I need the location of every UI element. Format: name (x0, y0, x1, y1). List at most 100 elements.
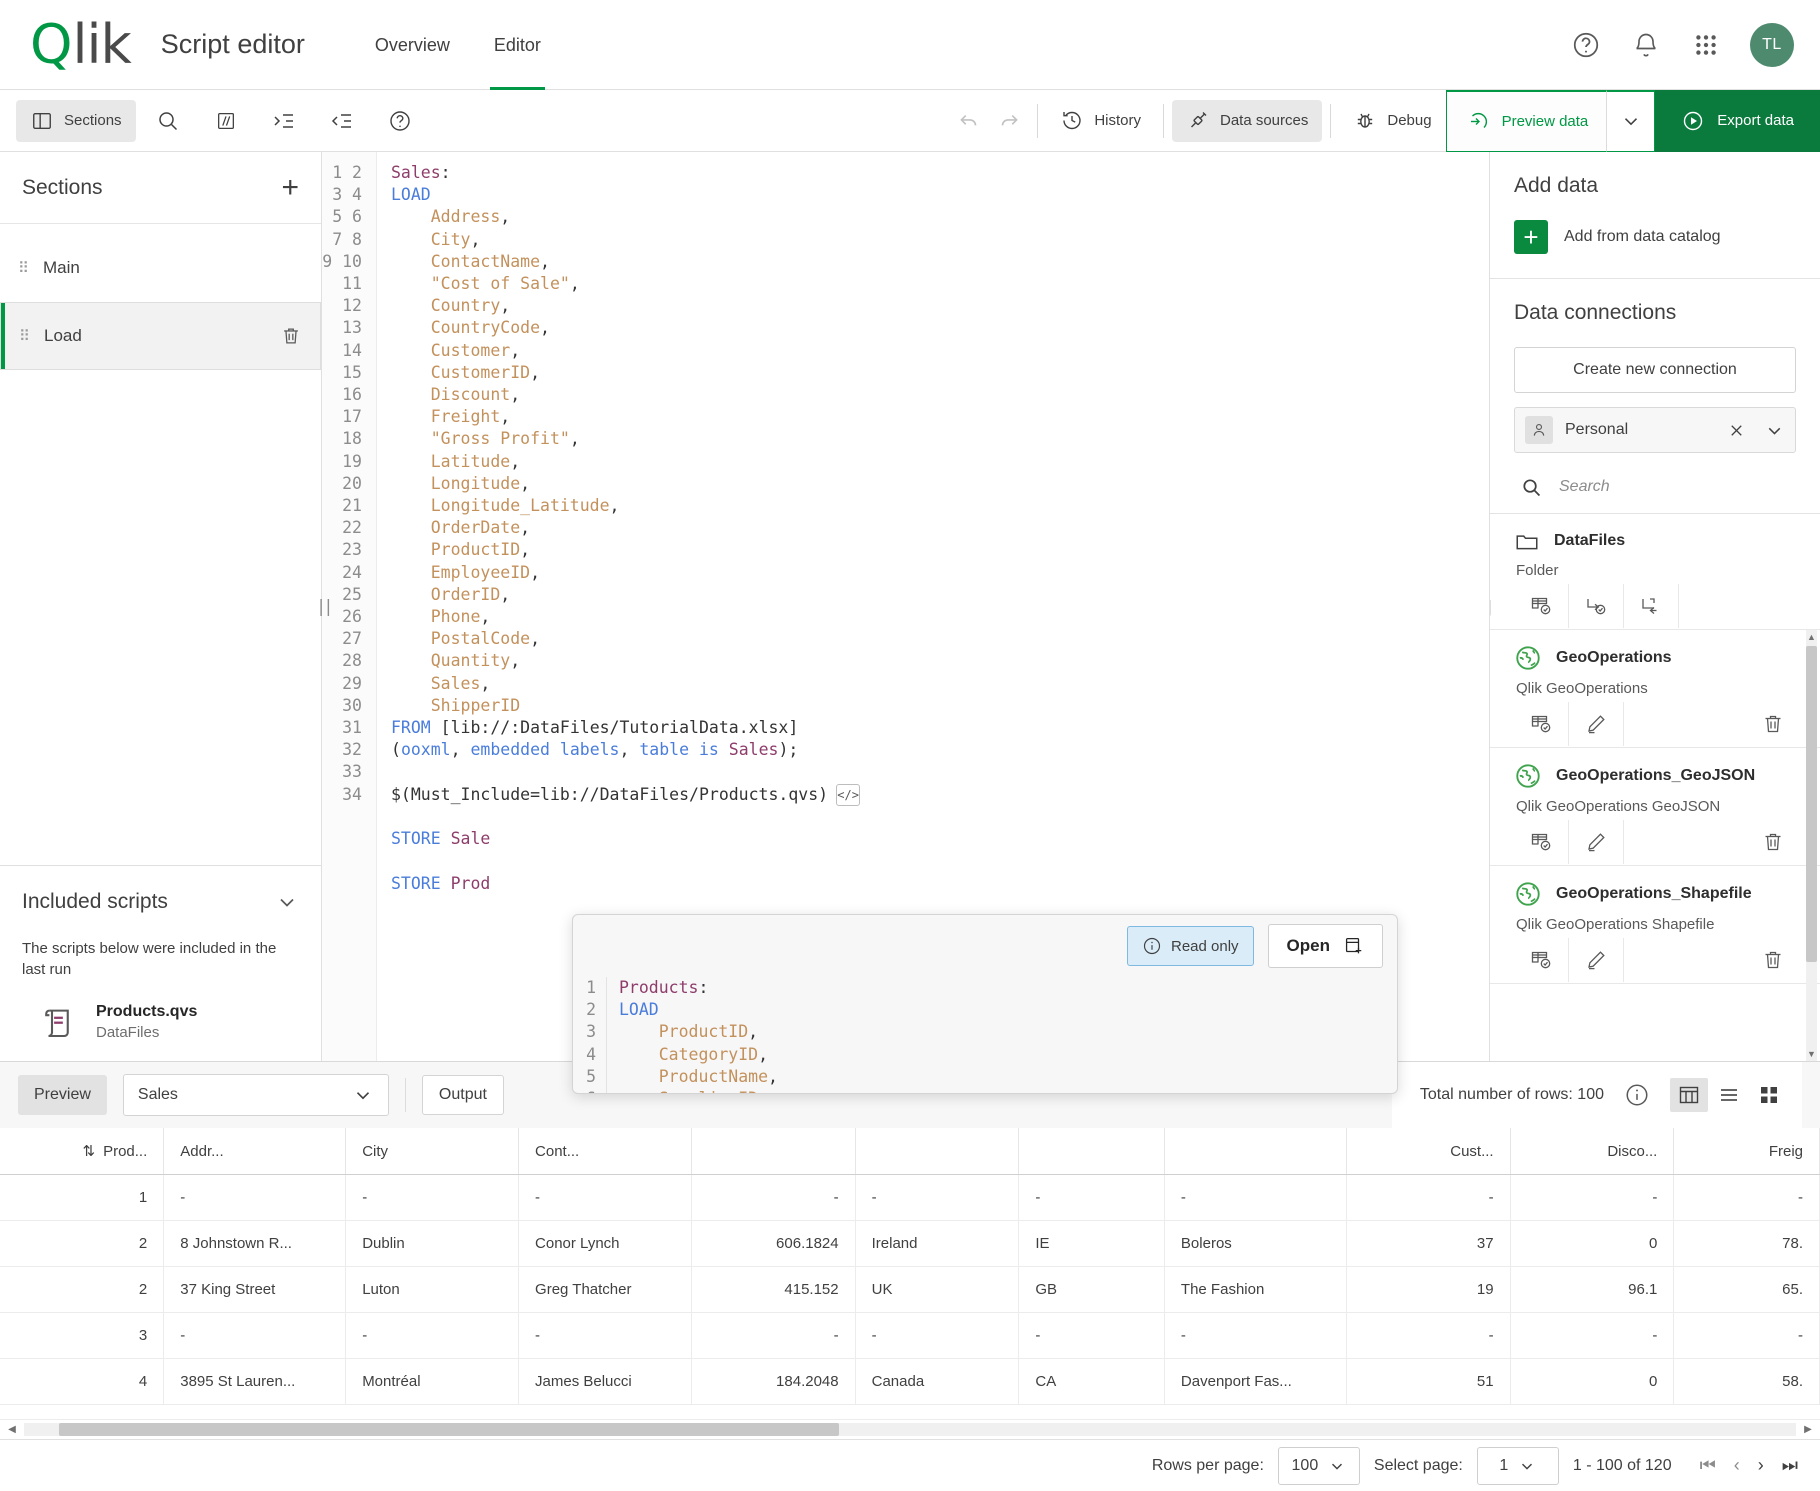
table-column-header[interactable]: Addr... (163, 1128, 347, 1175)
include-expand-badge[interactable]: </> (836, 784, 861, 807)
sort-ascending-icon[interactable]: ⇅ (82, 1142, 95, 1160)
table-column-header[interactable]: ⇅ Prod... (0, 1128, 165, 1175)
create-new-connection-button[interactable]: Create new connection (1514, 347, 1796, 393)
connection-item[interactable]: GeoOperations_Shapefile Qlik GeoOperation… (1490, 866, 1820, 984)
read-only-badge[interactable]: Read only (1127, 926, 1254, 966)
sections-toggle-button[interactable]: Sections (16, 99, 136, 142)
comment-button[interactable] (200, 100, 252, 142)
table-row[interactable]: 1---------- (0, 1174, 1820, 1221)
grid-view-icon[interactable] (1750, 1078, 1788, 1112)
table-row[interactable]: 4 3895 St Lauren... Montréal James Belucci 1… (0, 1358, 1820, 1405)
add-section-button[interactable]: + (281, 172, 299, 203)
scroll-down-arrow-icon[interactable]: ▼ (1806, 1047, 1817, 1061)
trash-icon[interactable] (1750, 820, 1796, 864)
edit-pencil-icon[interactable] (1569, 938, 1624, 982)
included-scripts-header[interactable]: Included scripts (0, 866, 321, 938)
connections-list[interactable]: DataFiles Folder GeoOperations Qlik GeoOper… (1490, 513, 1820, 1061)
history-button[interactable]: History (1046, 100, 1155, 142)
table-column-header[interactable]: Cust... (1346, 1128, 1511, 1175)
table-column-header[interactable] (855, 1128, 1020, 1175)
tab-output[interactable]: Output (421, 1075, 504, 1115)
edit-pencil-icon[interactable] (1569, 702, 1624, 746)
tab-preview[interactable]: Preview (18, 1075, 107, 1115)
undo-arrow-icon[interactable] (949, 101, 989, 141)
tab-overview[interactable]: Overview (353, 0, 472, 90)
redo-arrow-icon[interactable] (989, 101, 1029, 141)
info-circle-icon[interactable] (1620, 1078, 1654, 1112)
qlik-logo[interactable]: Qlik (30, 17, 132, 71)
included-script-item[interactable]: Products.qvs DataFiles (22, 1001, 299, 1043)
preview-data-button[interactable]: Preview data (1445, 89, 1608, 152)
sidebar-item-main[interactable]: ⠿ Main (0, 234, 321, 302)
connection-item[interactable]: DataFiles Folder (1490, 514, 1820, 630)
search-icon (156, 109, 180, 133)
select-data-icon[interactable] (1514, 820, 1569, 864)
export-data-button[interactable]: Export data (1655, 89, 1820, 152)
select-data-icon[interactable] (1514, 584, 1569, 628)
preview-table-select[interactable]: Sales (122, 1074, 389, 1116)
notifications-bell-icon[interactable] (1630, 29, 1662, 61)
table-column-header[interactable]: City (345, 1128, 520, 1175)
search-input[interactable] (1557, 477, 1796, 497)
edit-pencil-icon[interactable] (1569, 820, 1624, 864)
open-script-button[interactable]: Open (1267, 924, 1383, 968)
indent-button[interactable] (258, 100, 310, 142)
table-column-header[interactable] (1164, 1128, 1347, 1175)
help-circle-icon[interactable] (1570, 29, 1602, 61)
table-column-header[interactable]: Disco... (1510, 1128, 1675, 1175)
table-row[interactable]: 2 37 King Street Luton Greg Thatcher 415.152… (0, 1266, 1820, 1313)
list-view-icon[interactable] (1710, 1078, 1748, 1112)
connection-item[interactable]: GeoOperations Qlik GeoOperations (1490, 630, 1820, 748)
popup-line-number-gutter: 1 2 3 4 5 6 7 8 (573, 977, 607, 1093)
search-button[interactable] (142, 100, 194, 142)
drag-grip-icon[interactable]: ⠿ (18, 259, 29, 277)
table-view-icon[interactable] (1670, 1078, 1708, 1112)
insert-script-icon[interactable] (1569, 584, 1624, 628)
page-last-icon[interactable]: ⏭ (1782, 1455, 1798, 1476)
editor-help-button[interactable] (374, 100, 426, 142)
drag-grip-icon[interactable]: ⠿ (19, 327, 30, 345)
hscroll-track[interactable] (24, 1423, 1796, 1436)
connections-search-row[interactable] (1514, 461, 1796, 513)
trash-icon[interactable] (1750, 702, 1796, 746)
space-selector[interactable]: Personal (1514, 407, 1796, 453)
data-sources-button[interactable]: Data sources (1171, 99, 1323, 142)
page-next-icon[interactable]: › (1758, 1455, 1764, 1476)
app-grid-icon[interactable] (1690, 29, 1722, 61)
table-row[interactable]: 28 Johnstown R... Dublin Conor Lynch 606.18… (0, 1220, 1820, 1267)
sidebar-item-load[interactable]: ⠿ Load (0, 302, 321, 370)
table-column-header[interactable]: Freig (1673, 1128, 1820, 1175)
outdent-button[interactable] (316, 100, 368, 142)
trash-icon[interactable] (1750, 938, 1796, 982)
rows-per-page-select[interactable]: 100 (1277, 1446, 1360, 1485)
add-from-data-catalog-button[interactable]: + Add from data catalog (1514, 220, 1796, 254)
scroll-left-arrow-icon[interactable]: ◀ (0, 1424, 24, 1435)
select-page-select[interactable]: 1 (1476, 1446, 1559, 1485)
debug-button[interactable]: Debug (1339, 100, 1445, 142)
chevron-down-icon[interactable] (275, 890, 299, 914)
trash-icon[interactable] (280, 325, 302, 347)
preview-table-container[interactable]: ⇅ Prod... Addr... City Cont... Cust... Disco..… (0, 1128, 1820, 1419)
table-row[interactable]: 3---------- (0, 1312, 1820, 1359)
connections-scrollbar[interactable]: ▲ ▼ (1806, 630, 1817, 1061)
hscroll-thumb[interactable] (59, 1423, 840, 1436)
scrollbar-thumb[interactable] (1806, 646, 1817, 962)
page-prev-icon[interactable]: ‹ (1734, 1455, 1740, 1476)
scroll-right-arrow-icon[interactable]: ▶ (1796, 1424, 1820, 1435)
select-data-icon[interactable] (1514, 938, 1569, 982)
preview-horizontal-scrollbar[interactable]: ◀ ▶ (0, 1419, 1820, 1439)
table-column-header[interactable]: Cont... (518, 1128, 692, 1175)
tab-editor[interactable]: Editor (472, 0, 563, 90)
preview-data-dropdown[interactable] (1607, 89, 1656, 152)
table-column-header[interactable] (691, 1128, 856, 1175)
avatar[interactable]: TL (1750, 22, 1794, 67)
editor-splitter-left[interactable]: || (316, 595, 334, 617)
table-column-header[interactable] (1018, 1128, 1165, 1175)
load-data-icon[interactable] (1624, 584, 1679, 628)
chevron-down-icon[interactable] (1764, 420, 1785, 441)
select-data-icon[interactable] (1514, 702, 1569, 746)
scroll-up-arrow-icon[interactable]: ▲ (1806, 630, 1817, 644)
page-first-icon[interactable]: ⏮ (1700, 1455, 1716, 1476)
connection-item[interactable]: GeoOperations_GeoJSON Qlik GeoOperations … (1490, 748, 1820, 866)
close-x-icon[interactable] (1727, 421, 1746, 440)
